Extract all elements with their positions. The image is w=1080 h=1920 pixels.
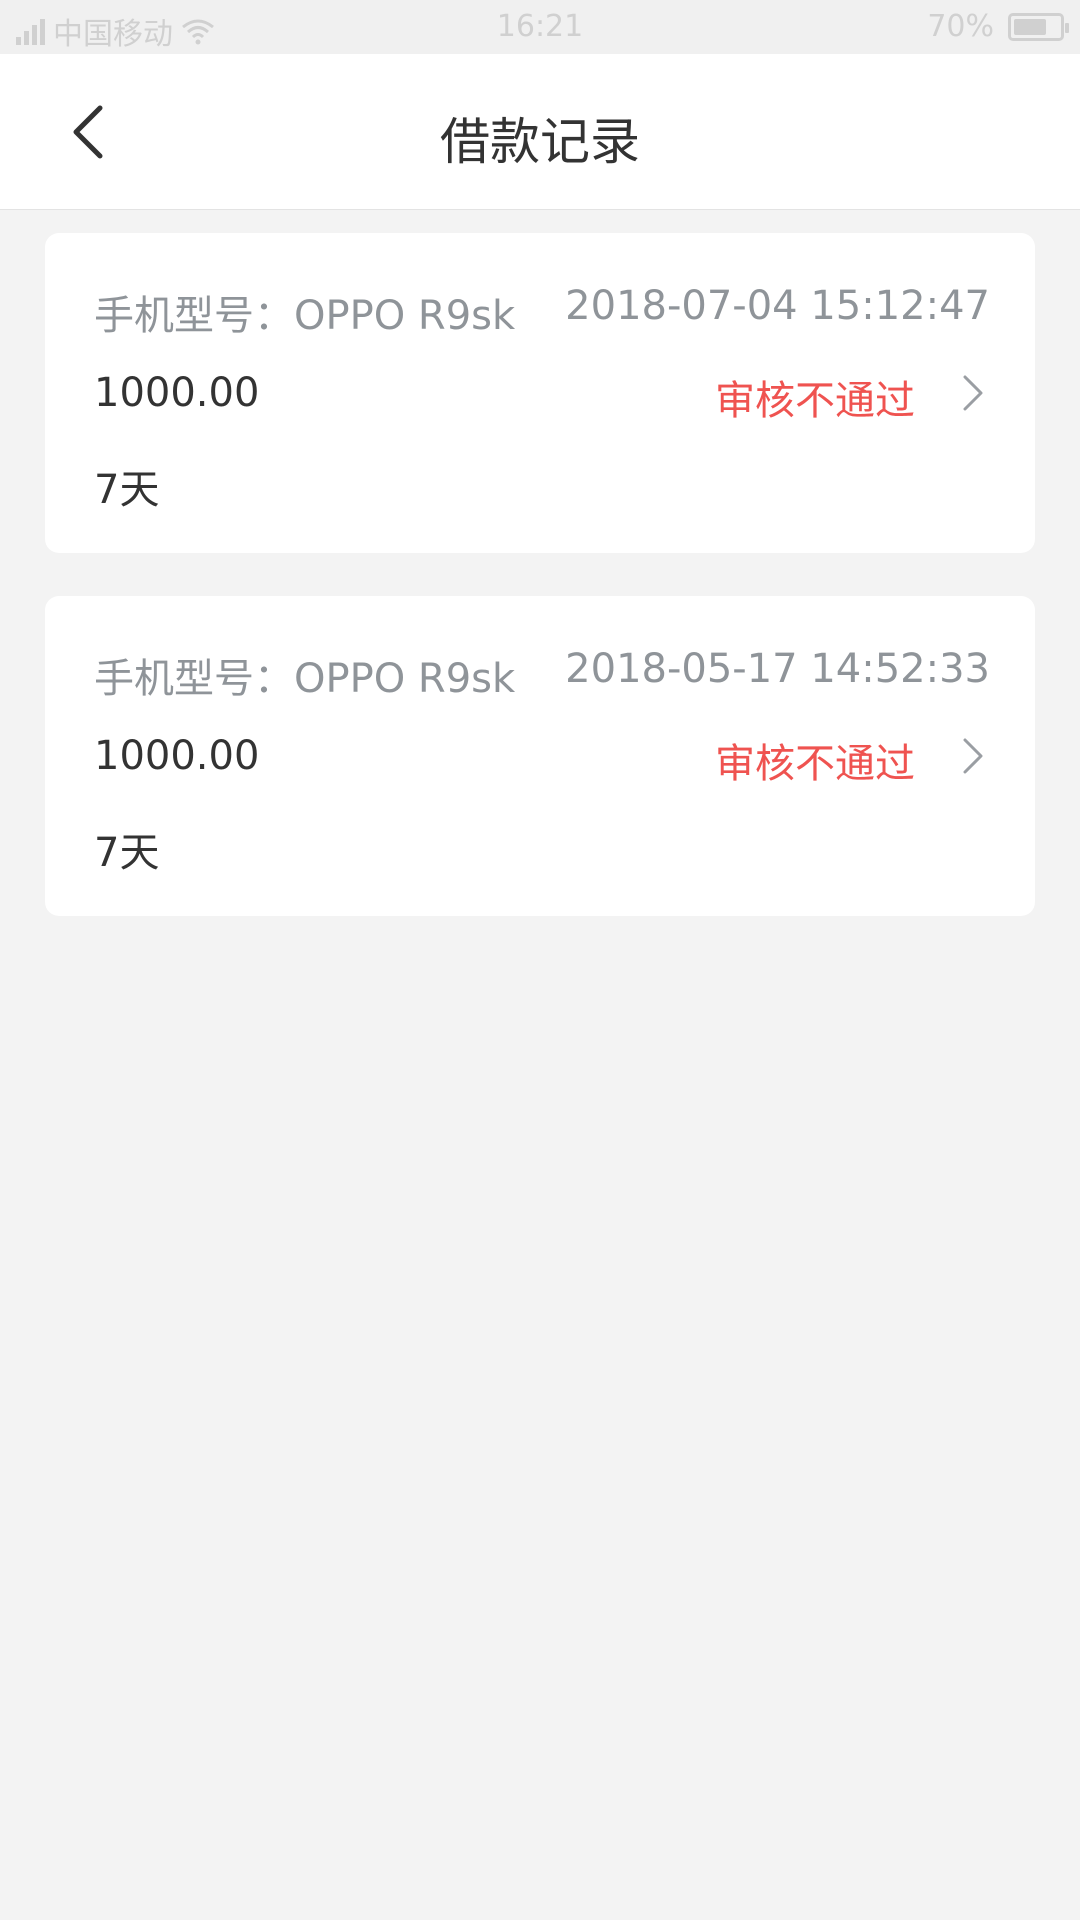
loan-amount: 1000.00 (94, 733, 260, 779)
status-bar: 中国移动 16:21 70% (0, 0, 1080, 54)
loan-record-card[interactable]: 手机型号：OPPO R9sk 2018-05-17 14:52:33 1000.… (45, 596, 1035, 916)
status-right: 70% (927, 9, 1069, 44)
status-badge: 审核不通过 (715, 741, 915, 787)
header: 借款记录 (0, 54, 1080, 210)
loan-amount: 1000.00 (94, 370, 260, 416)
status-badge: 审核不通过 (715, 378, 915, 424)
battery-fill (1014, 18, 1046, 35)
loan-duration: 7天 (94, 830, 160, 876)
page-title: 借款记录 (440, 113, 640, 171)
chevron-right-icon (963, 738, 983, 774)
battery-label: 70% (927, 9, 994, 44)
loan-record-card[interactable]: 手机型号：OPPO R9sk 2018-07-04 15:12:47 1000.… (45, 233, 1035, 553)
status-time: 16:21 (496, 9, 584, 44)
phone-model-label: 手机型号：OPPO R9sk (94, 293, 516, 339)
loan-duration: 7天 (94, 467, 160, 513)
record-time: 2018-05-17 14:52:33 (565, 646, 990, 692)
record-time: 2018-07-04 15:12:47 (565, 283, 990, 329)
battery-icon (1008, 12, 1069, 41)
chevron-right-icon (963, 375, 983, 411)
phone-model-label: 手机型号：OPPO R9sk (94, 656, 516, 702)
